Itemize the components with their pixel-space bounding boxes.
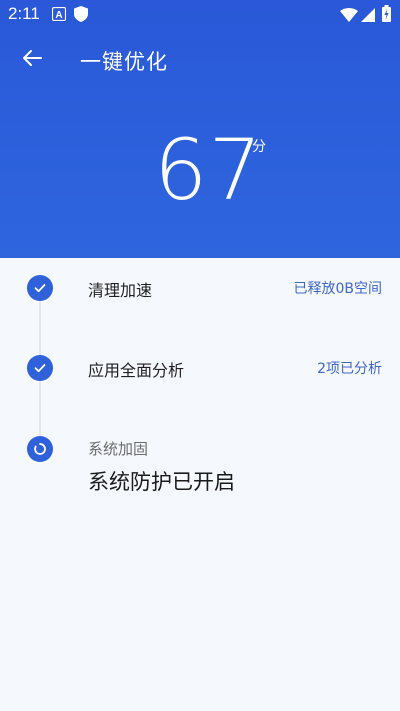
- shield-icon: [74, 6, 88, 26]
- status-bar: 2:11 A: [0, 0, 400, 28]
- back-button[interactable]: [16, 44, 48, 76]
- score-value: 67: [154, 121, 263, 219]
- arrow-left-icon: [20, 46, 44, 74]
- step-done-icon: [27, 355, 53, 381]
- wifi-icon: [340, 7, 358, 26]
- app-bar: 一键优化: [0, 36, 400, 84]
- status-time: 2:11: [8, 4, 40, 23]
- notification-a-icon: A: [51, 6, 67, 25]
- header: 2:11 A 一键优化 67 分: [0, 0, 400, 258]
- step-status-app-analysis: 2项已分析: [317, 361, 382, 377]
- score-display: 67 分: [0, 120, 400, 220]
- svg-text:A: A: [55, 10, 62, 21]
- step-detail-system-protection: 系统防护已开启: [88, 470, 235, 494]
- step-status-clean: 已释放0B空间: [293, 281, 382, 297]
- step-label-system-hardening: 系统加固: [88, 440, 149, 458]
- loading-spinner-icon: [27, 436, 53, 462]
- optimization-steps: 清理加速 已释放0B空间 应用全面分析 2项已分析 系统加固 系统防护已开启: [0, 258, 400, 711]
- step-done-icon: [27, 275, 53, 301]
- step-label-clean: 清理加速: [88, 281, 153, 300]
- signal-icon: [361, 7, 375, 26]
- step-label-app-analysis: 应用全面分析: [88, 361, 185, 380]
- page-title: 一键优化: [80, 50, 168, 74]
- battery-icon: [382, 5, 391, 26]
- score-unit: 分: [252, 139, 266, 155]
